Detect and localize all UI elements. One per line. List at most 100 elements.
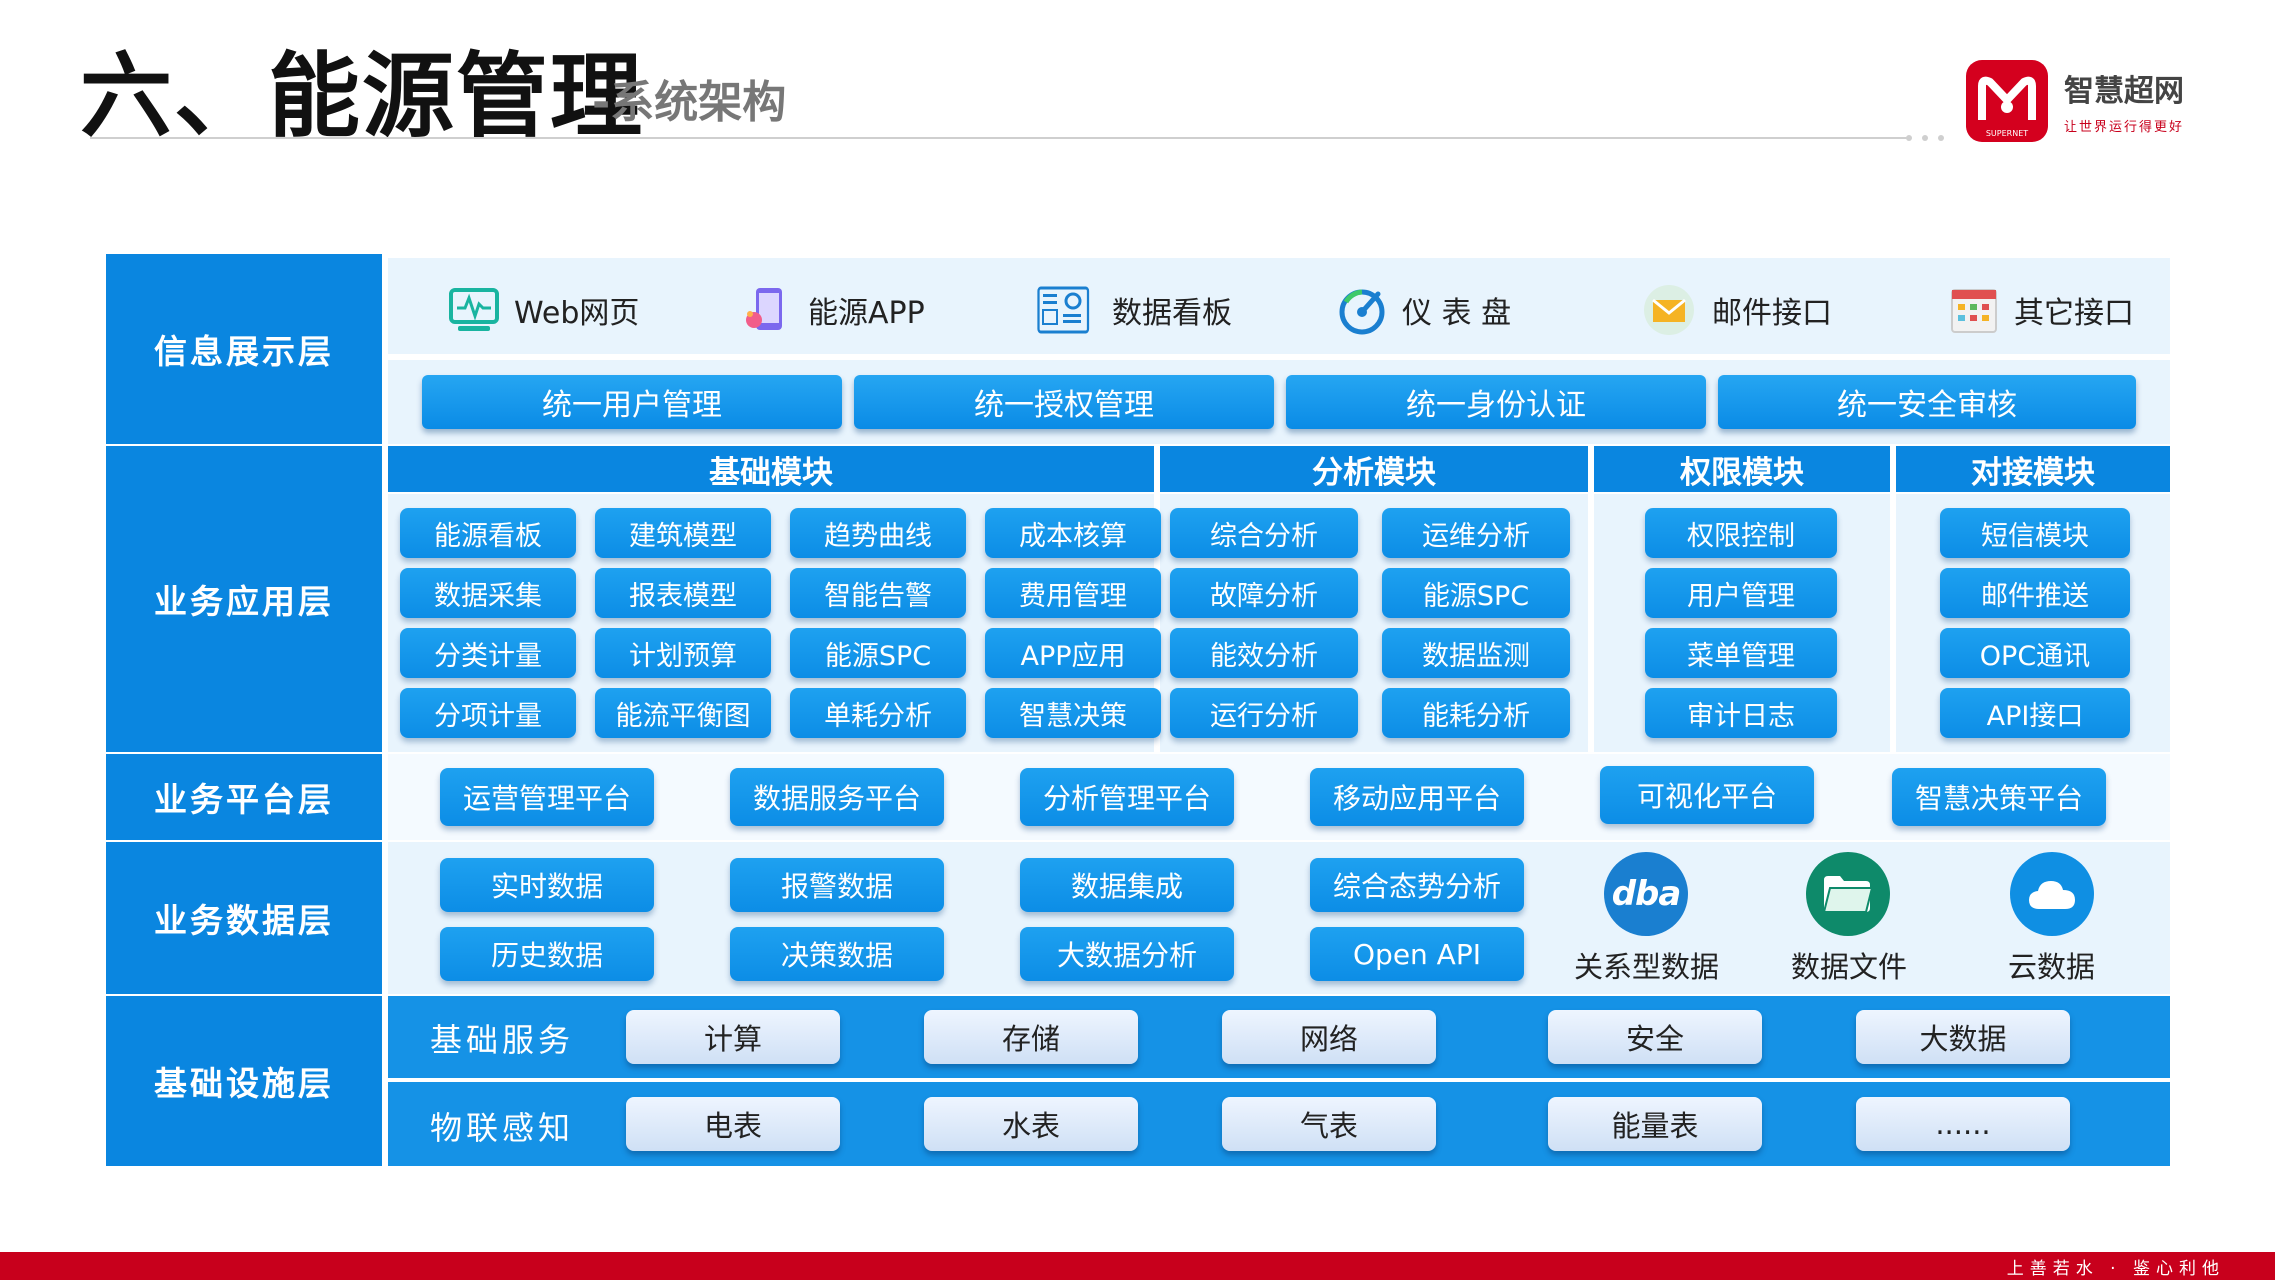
platform-item: 移动应用平台 — [1310, 768, 1524, 826]
module-item: 单耗分析 — [790, 688, 966, 738]
platform-item: 运营管理平台 — [440, 768, 654, 826]
layer-label-platform: 业务平台层 — [106, 754, 382, 840]
platform-item: 分析管理平台 — [1020, 768, 1234, 826]
platform-item: 可视化平台 — [1600, 766, 1814, 824]
display-item-label: 仪 表 盘 — [1402, 296, 1512, 331]
data-item: 数据集成 — [1020, 858, 1234, 912]
layer-label-display: 信息展示层 — [106, 254, 382, 444]
display-item-board: 数据看板 — [1028, 278, 1232, 342]
store-label: 云数据 — [2008, 950, 2096, 984]
cloud-icon — [2010, 852, 2094, 936]
footer-motto: 上善若水 · 鉴心利他 — [2006, 1259, 2225, 1279]
module-header-permission: 权限模块 — [1594, 446, 1890, 492]
unified-user-management: 统一用户管理 — [422, 375, 842, 429]
module-item: 故障分析 — [1170, 568, 1358, 618]
display-item-label: 邮件接口 — [1712, 296, 1832, 331]
module-item: 数据采集 — [400, 568, 576, 618]
display-item-app: 能源APP — [742, 278, 925, 342]
calendar-grid-icon — [1951, 289, 1997, 333]
divider-dot — [1938, 135, 1944, 141]
module-item: 数据监测 — [1382, 628, 1570, 678]
module-item: 能源SPC — [790, 628, 966, 678]
module-item: 能源看板 — [400, 508, 576, 558]
display-item-other: 其它接口 — [1948, 278, 2134, 342]
infra-service-item: 计算 — [626, 1010, 840, 1064]
module-item: 能流平衡图 — [595, 688, 771, 738]
module-item: 成本核算 — [985, 508, 1161, 558]
platform-item: 智慧决策平台 — [1892, 768, 2106, 826]
display-item-gauge: 仪 表 盘 — [1336, 278, 1511, 342]
divider-dot — [1922, 135, 1928, 141]
infra-iot-item: 能量表 — [1548, 1097, 1762, 1151]
monitor-icon — [449, 288, 499, 331]
dashboard-board-icon — [1037, 286, 1090, 334]
header-divider — [90, 137, 1910, 139]
module-header-analysis: 分析模块 — [1160, 446, 1588, 492]
module-item: 审计日志 — [1645, 688, 1837, 738]
infra-service-item: 大数据 — [1856, 1010, 2070, 1064]
module-item: 智能告警 — [790, 568, 966, 618]
mail-icon — [1644, 285, 1694, 335]
module-item: 用户管理 — [1645, 568, 1837, 618]
module-item: 权限控制 — [1645, 508, 1837, 558]
infra-iot-label: 物联感知 — [430, 1109, 575, 1147]
module-item: 菜单管理 — [1645, 628, 1837, 678]
module-item: 能效分析 — [1170, 628, 1358, 678]
module-item: 综合分析 — [1170, 508, 1358, 558]
module-item: 费用管理 — [985, 568, 1161, 618]
infra-services-label: 基础服务 — [430, 1021, 575, 1059]
module-header-basic: 基础模块 — [388, 446, 1154, 492]
unified-security-audit: 统一安全审核 — [1718, 375, 2136, 429]
display-item-mail: 邮件接口 — [1640, 278, 1832, 342]
module-item: API接口 — [1940, 688, 2130, 738]
display-item-label: Web网页 — [514, 296, 640, 331]
display-item-label: 数据看板 — [1112, 296, 1232, 331]
logo-name: 智慧超网 — [2064, 74, 2184, 109]
logo-icon: SUPERNET — [1966, 60, 2048, 142]
logo-slogan: 让世界运行得更好 — [2064, 120, 2185, 135]
module-item: 报表模型 — [595, 568, 771, 618]
module-item: OPC通讯 — [1940, 628, 2130, 678]
data-item: Open API — [1310, 927, 1524, 981]
page-subtitle: -系统架构 — [592, 77, 787, 128]
module-item: 建筑模型 — [595, 508, 771, 558]
data-item: 历史数据 — [440, 927, 654, 981]
data-item: 决策数据 — [730, 927, 944, 981]
store-label: 数据文件 — [1791, 950, 1908, 984]
unified-authorization-management: 统一授权管理 — [854, 375, 1274, 429]
module-item: 能耗分析 — [1382, 688, 1570, 738]
footer-bar — [0, 1252, 2275, 1280]
unified-identity-authentication: 统一身份认证 — [1286, 375, 1706, 429]
data-item: 实时数据 — [440, 858, 654, 912]
module-item: 计划预算 — [595, 628, 771, 678]
divider-dot — [1906, 135, 1912, 141]
layer-label-infrastructure: 基础设施层 — [106, 996, 382, 1166]
module-item: 智慧决策 — [985, 688, 1161, 738]
mobile-app-icon — [746, 288, 782, 330]
dba-database-icon: dba — [1604, 852, 1688, 936]
layer-label-application: 业务应用层 — [106, 446, 382, 752]
store-label: 关系型数据 — [1574, 950, 1720, 984]
data-item: 报警数据 — [730, 858, 944, 912]
module-item: APP应用 — [985, 628, 1161, 678]
module-item: 趋势曲线 — [790, 508, 966, 558]
platform-item: 数据服务平台 — [730, 768, 944, 826]
gauge-icon — [1339, 289, 1385, 335]
layer-label-data: 业务数据层 — [106, 842, 382, 994]
module-item: 能源SPC — [1382, 568, 1570, 618]
module-item: 短信模块 — [1940, 508, 2130, 558]
display-item-label: 能源APP — [808, 296, 925, 331]
page-title: 六、能源管理 — [80, 43, 645, 150]
infra-iot-item: 气表 — [1222, 1097, 1436, 1151]
infra-service-item: 网络 — [1222, 1010, 1436, 1064]
infra-service-item: 存储 — [924, 1010, 1138, 1064]
module-item: 分类计量 — [400, 628, 576, 678]
infra-iot-item: 电表 — [626, 1097, 840, 1151]
data-item: 综合态势分析 — [1310, 858, 1524, 912]
data-item: 大数据分析 — [1020, 927, 1234, 981]
infra-iot-item: ...... — [1856, 1097, 2070, 1151]
infra-iot-item: 水表 — [924, 1097, 1138, 1151]
module-item: 分项计量 — [400, 688, 576, 738]
infra-service-item: 安全 — [1548, 1010, 1762, 1064]
folder-icon — [1806, 852, 1890, 936]
